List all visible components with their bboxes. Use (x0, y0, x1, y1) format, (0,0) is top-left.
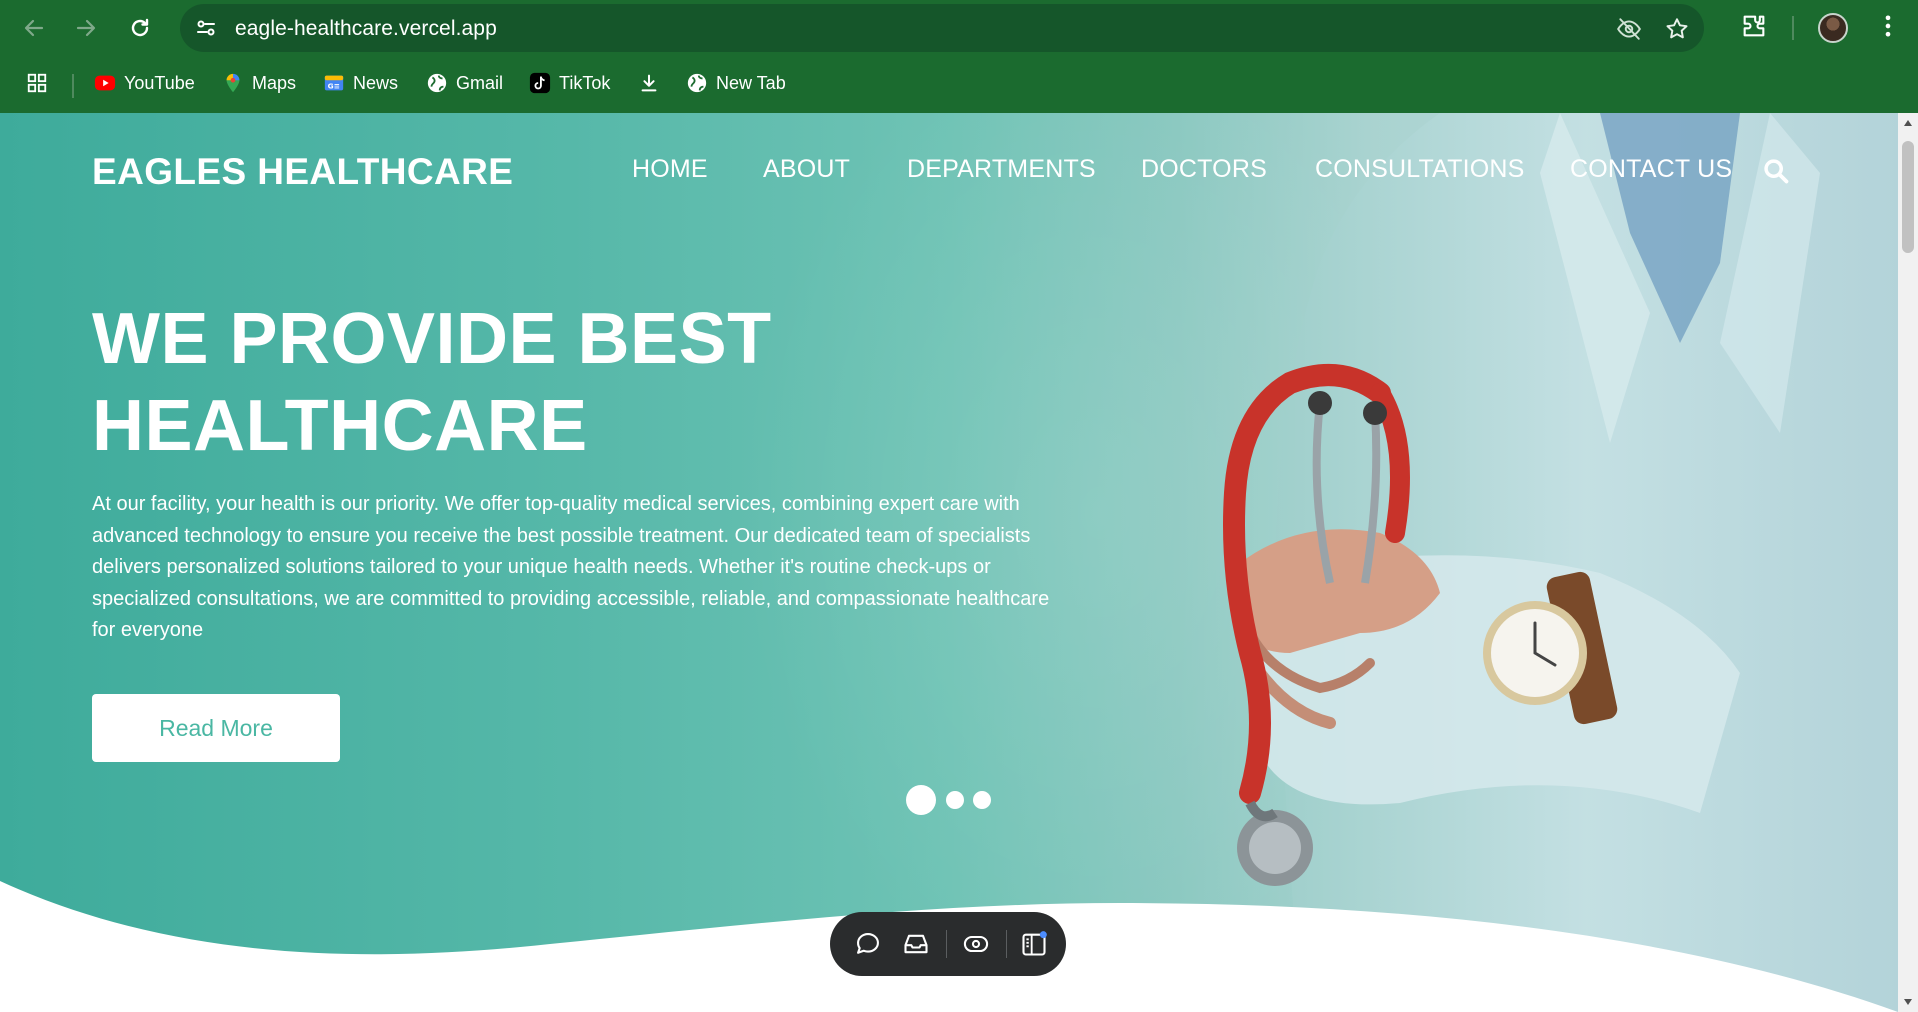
inbox-icon (904, 934, 928, 954)
bookmark-label: New Tab (716, 72, 786, 93)
apps-grid-icon (26, 72, 48, 94)
page-scrollbar[interactable] (1898, 113, 1918, 1012)
star-icon[interactable] (1664, 16, 1690, 42)
browser-chrome: eagle-healthcare.vercel.app YouTube Maps… (0, 0, 1918, 113)
caret-down-icon (1904, 999, 1912, 1005)
bookmark-news[interactable]: G≡ News (323, 68, 398, 98)
scrollbar-thumb[interactable] (1902, 141, 1914, 253)
hero-wave-divider (0, 881, 1898, 1012)
more-menu-icon[interactable] (1874, 12, 1902, 40)
sidebar-layout-icon (1022, 931, 1047, 956)
bookmark-youtube[interactable]: YouTube (94, 68, 195, 98)
forward-button[interactable] (68, 10, 104, 46)
download-icon (638, 72, 660, 94)
address-bar[interactable]: eagle-healthcare.vercel.app (180, 4, 1704, 52)
bookmark-label: Maps (252, 72, 297, 93)
scroll-down-button[interactable] (1898, 992, 1918, 1012)
tiktok-icon (529, 72, 551, 94)
maps-icon (222, 72, 244, 94)
svg-text:G≡: G≡ (328, 82, 340, 91)
floating-toolbar (830, 912, 1066, 976)
globe-icon (686, 72, 708, 94)
arrow-left-icon (24, 19, 44, 37)
bookmark-download[interactable] (638, 68, 660, 98)
reload-icon (131, 18, 149, 37)
bookmark-label: Gmail (456, 72, 504, 93)
eye-off-icon[interactable] (1616, 16, 1642, 42)
comment-tool[interactable] (852, 928, 884, 960)
bookmark-tiktok[interactable]: TikTok (529, 68, 610, 98)
bookmark-label: TikTok (559, 72, 611, 93)
bookmark-label: YouTube (124, 72, 195, 93)
bookmarks-divider (72, 74, 74, 98)
preview-tool[interactable] (960, 928, 992, 960)
arrow-right-icon (76, 19, 96, 37)
reload-button[interactable] (122, 10, 158, 46)
bookmark-label: News (353, 72, 399, 93)
globe-icon (426, 72, 448, 94)
site-settings-icon[interactable] (194, 16, 218, 40)
apps-button[interactable] (26, 68, 48, 98)
toolbar-separator (946, 930, 947, 958)
profile-avatar[interactable] (1818, 13, 1848, 43)
bookmark-new-tab[interactable]: New Tab (686, 68, 786, 98)
chat-bubble-icon (857, 933, 879, 954)
web-page: EAGLES HEALTHCARE HOME ABOUT DEPARTMENTS… (0, 113, 1898, 1012)
caret-up-icon (1904, 120, 1912, 126)
scroll-up-button[interactable] (1898, 113, 1918, 133)
inbox-tool[interactable] (900, 928, 932, 960)
toolbar-separator (1006, 930, 1007, 958)
toolbar-divider (1792, 16, 1794, 40)
back-button[interactable] (16, 10, 52, 46)
bookmark-maps[interactable]: Maps (222, 68, 296, 98)
url-text[interactable]: eagle-healthcare.vercel.app (235, 17, 497, 41)
news-icon: G≡ (323, 72, 345, 94)
bookmarks-bar: YouTube Maps G≡ News Gmail TikTok New Ta… (0, 64, 1918, 104)
bookmark-gmail[interactable]: Gmail (426, 68, 503, 98)
eye-icon (963, 935, 989, 953)
youtube-icon (94, 72, 116, 94)
extensions-icon[interactable] (1740, 12, 1768, 40)
layout-tool[interactable] (1018, 928, 1050, 960)
